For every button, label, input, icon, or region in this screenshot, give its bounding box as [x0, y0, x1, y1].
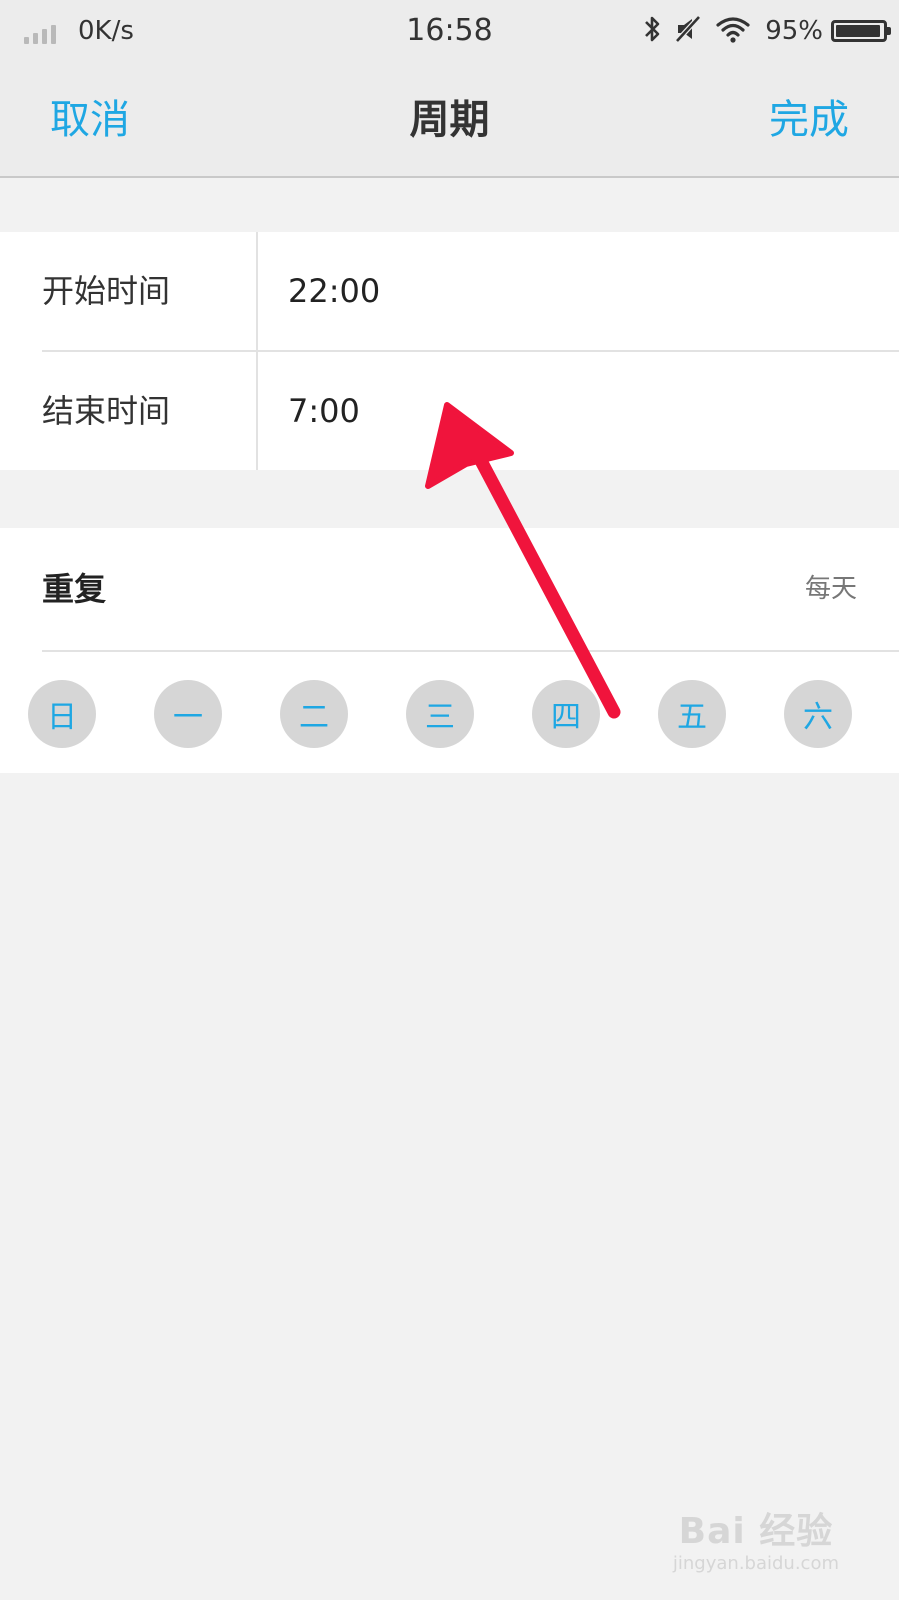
- day-toggle-saturday[interactable]: 六: [784, 680, 852, 748]
- watermark-logo: Bai 经验: [678, 1511, 834, 1552]
- repeat-value: 每天: [804, 574, 857, 604]
- end-time-row[interactable]: 结束时间 7:00: [0, 352, 899, 470]
- day-toggle-monday[interactable]: 一: [154, 680, 222, 748]
- nav-bar: 取消 周期 完成: [0, 62, 899, 178]
- end-time-value[interactable]: 7:00: [288, 352, 360, 470]
- bluetooth-icon: [643, 14, 661, 48]
- start-time-label: 开始时间: [42, 272, 171, 310]
- watermark-url: jingyan.baidu.com: [672, 1553, 839, 1574]
- battery-fill: [836, 25, 880, 37]
- wifi-icon: [715, 15, 751, 47]
- day-toggle-tuesday[interactable]: 二: [280, 680, 348, 748]
- end-time-label: 结束时间: [42, 392, 171, 430]
- start-time-value[interactable]: 22:00: [288, 232, 380, 350]
- status-bar: 0K/s 16:58 95%: [0, 0, 899, 62]
- day-toggle-friday[interactable]: 五: [658, 680, 726, 748]
- app-screen: 0K/s 16:58 95% 取消 周期 完成 开始时间 22:00 结束时间 …: [0, 0, 899, 1600]
- repeat-label: 重复: [42, 570, 107, 608]
- status-icons: 95%: [643, 12, 891, 50]
- battery-icon: [831, 20, 891, 42]
- repeat-row[interactable]: 重复 每天: [0, 528, 899, 650]
- day-toggle-wednesday[interactable]: 三: [406, 680, 474, 748]
- day-toggle-thursday[interactable]: 四: [532, 680, 600, 748]
- time-settings-card: 开始时间 22:00 结束时间 7:00: [0, 232, 899, 470]
- divider: [256, 352, 258, 470]
- page-title: 周期: [409, 97, 490, 143]
- divider: [42, 650, 899, 652]
- divider: [256, 232, 258, 350]
- day-toggle-sunday[interactable]: 日: [28, 680, 96, 748]
- silent-icon: [675, 15, 702, 47]
- done-button[interactable]: 完成: [769, 92, 849, 148]
- baidu-watermark: Bai 经验 jingyan.baidu.com: [673, 1512, 839, 1576]
- start-time-row[interactable]: 开始时间 22:00: [0, 232, 899, 352]
- repeat-card: 重复 每天 日 一 二 三 四 五 六: [0, 528, 899, 773]
- battery-percent: 95%: [765, 16, 823, 46]
